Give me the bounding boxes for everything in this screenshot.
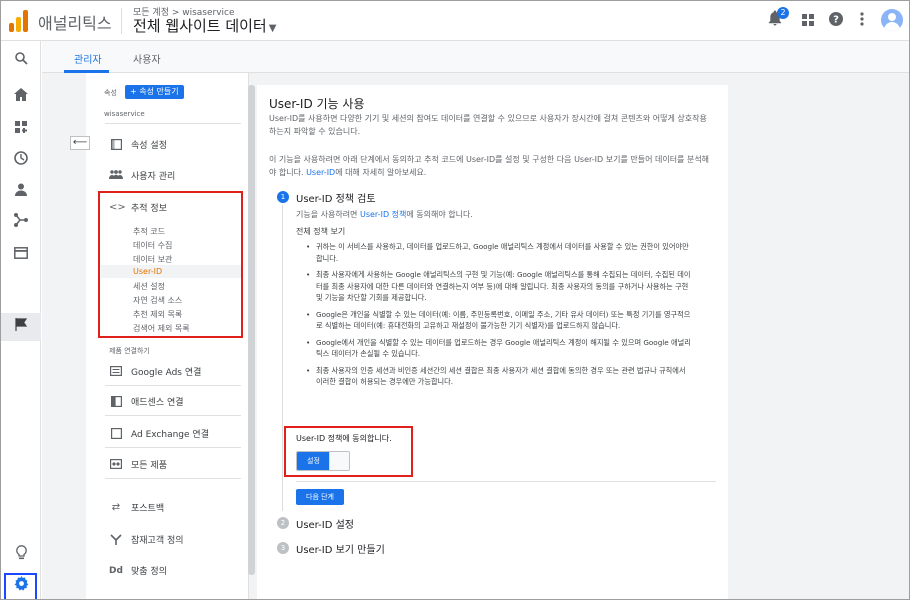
policy-bullet: Google에서 개인을 식별할 수 있는 데이터를 업로드하는 경우 Goog…: [304, 337, 694, 360]
policy-bullet: Google은 개인을 식별할 수 있는 데이터(예: 이름, 주민등록번호, …: [304, 309, 694, 332]
admin-tab-bar: 관리자 사용자: [42, 41, 909, 73]
toggle-knob: [329, 452, 349, 470]
step-connector-line: [282, 205, 283, 511]
conversions-icon[interactable]: [9, 315, 33, 339]
property-title: 전체 웹사이트 데이터: [133, 17, 267, 35]
property-name[interactable]: wisaservice: [104, 110, 145, 118]
lightbulb-icon[interactable]: [9, 544, 33, 568]
caret-down-icon: ▼: [268, 23, 277, 34]
divider: [105, 415, 241, 416]
user-id-learn-more-link[interactable]: User-ID: [306, 168, 335, 177]
acquisition-icon[interactable]: [9, 211, 33, 235]
users-icon: [109, 169, 123, 182]
nav-scrollbar[interactable]: [248, 85, 255, 575]
property-settings-icon: [109, 138, 123, 151]
svg-text:?: ?: [833, 15, 839, 26]
property-selector[interactable]: 전체 웹사이트 데이터 ▼: [133, 15, 276, 36]
page-title: User-ID 기능 사용: [269, 97, 365, 111]
policy-bullet: 귀하는 이 서비스를 사용하고, 데이터를 업로드하고, Google 애널리틱…: [304, 241, 694, 264]
policy-agree-label: User-ID 정책에 동의합니다.: [296, 434, 392, 443]
product-links-label: 제품 연결하기: [109, 347, 150, 355]
step-3-indicator: 3: [277, 542, 289, 554]
step-2-title[interactable]: User-ID 설정: [296, 516, 354, 531]
divider: [105, 447, 241, 448]
nav-item-adsense-links[interactable]: 애드센스 연결: [109, 395, 184, 408]
postbacks-icon: ⇄: [111, 501, 121, 513]
account-icon[interactable]: [881, 9, 903, 31]
ads-links-icon: [109, 365, 123, 378]
step-3-title[interactable]: User-ID 보기 만들기: [296, 541, 385, 556]
step-1-indicator: 1: [277, 191, 289, 203]
policy-bullet: 최종 사용자에게 사용하는 Google 애널리틱스의 구현 및 기능(예: G…: [304, 269, 694, 304]
policy-bullet: 최종 사용자의 인증 세션과 비인증 세션간의 세션 결합은 최종 사용자가 세…: [304, 365, 694, 388]
step-1-description-suffix: 에 동의해야 합니다.: [406, 210, 473, 219]
divider: [105, 123, 241, 124]
notification-badge: 2: [777, 7, 789, 19]
home-icon[interactable]: [9, 85, 33, 109]
setup-description: 이 기능을 사용하려면 아래 단계에서 동의하고 추적 코드에 User-ID를…: [269, 153, 714, 179]
step-1-description-text: 기능을 사용하려면: [296, 210, 360, 219]
divider: [105, 385, 241, 386]
custom-definitions-icon: Dd: [109, 565, 123, 576]
nav-item-custom-definitions[interactable]: Dd 맞춤 정의: [109, 564, 167, 578]
settings-gear-icon[interactable]: [9, 575, 33, 599]
full-policy-label: 전체 정책 보기: [296, 227, 346, 236]
nav-item-user-management[interactable]: 사용자 관리: [109, 169, 175, 182]
left-rail: [1, 41, 41, 599]
nav-item-label: 포스트백: [131, 504, 165, 514]
divider: [105, 478, 241, 479]
nav-item-all-products[interactable]: 모든 제품: [109, 458, 167, 471]
nav-item-label: 속성 설정: [131, 141, 167, 151]
tab-user[interactable]: 사용자: [133, 51, 161, 66]
ad-exchange-icon: [109, 427, 123, 440]
behavior-icon[interactable]: [9, 243, 33, 267]
all-products-icon: [109, 458, 123, 471]
property-column-label: 속성: [104, 89, 117, 97]
nav-item-label: 모든 제품: [131, 461, 167, 471]
nav-item-label: 사용자 관리: [131, 172, 176, 182]
policy-agree-toggle[interactable]: 설정: [296, 451, 350, 471]
analytics-logo-icon[interactable]: [9, 10, 29, 32]
tracking-highlight-box: [98, 191, 243, 338]
user-id-policy-link[interactable]: User-ID 정책: [360, 210, 406, 219]
customization-icon[interactable]: [9, 117, 33, 141]
audience-icon[interactable]: [9, 180, 33, 204]
nav-item-label: 맞춤 정의: [131, 567, 167, 577]
nav-item-property-settings[interactable]: 속성 설정: [109, 138, 167, 151]
intro-text: User-ID를 사용하면 다양한 기기 및 세션의 참여도 데이터를 연결할 …: [269, 114, 707, 136]
nav-item-label: 애드센스 연결: [131, 398, 184, 408]
audience-definitions-icon: [109, 533, 123, 546]
nav-item-google-ads-links[interactable]: Google Ads 연결: [109, 365, 201, 378]
adsense-icon: [109, 395, 123, 408]
step-1-title: User-ID 정책 검토: [296, 194, 376, 205]
search-icon[interactable]: [9, 49, 33, 73]
help-icon[interactable]: ?: [825, 10, 847, 32]
toggle-on-label: 설정: [297, 452, 330, 470]
nav-item-label: Google Ads 연결: [131, 368, 202, 378]
nav-item-label: Ad Exchange 연결: [131, 430, 209, 440]
app-name: 애널리틱스: [38, 14, 112, 33]
apps-icon[interactable]: [797, 10, 819, 32]
policy-bullet-list: 귀하는 이 서비스를 사용하고, 데이터를 업로드하고, Google 애널리틱…: [304, 241, 694, 393]
create-property-button[interactable]: + 속성 만들기: [125, 85, 184, 99]
realtime-icon[interactable]: [9, 149, 33, 173]
more-vert-icon[interactable]: [851, 10, 873, 32]
back-arrow-icon[interactable]: ⟵: [70, 136, 90, 150]
step-2-indicator: 2: [277, 517, 289, 529]
nav-item-postbacks[interactable]: ⇄ 포스트백: [109, 501, 165, 515]
window-frame: 애널리틱스 모든 계정 > wisaservice 전체 웹사이트 데이터 ▼ 2…: [0, 0, 910, 600]
next-step-button[interactable]: 다음 단계: [296, 489, 344, 505]
divider: [296, 481, 716, 482]
step-1-description: 기능을 사용하려면 User-ID 정책에 동의해야 합니다.: [296, 208, 696, 221]
top-bar: 애널리틱스 모든 계정 > wisaservice 전체 웹사이트 데이터 ▼ 2…: [1, 1, 909, 41]
divider: [121, 8, 122, 34]
setup-description-suffix: 에 대해 자세히 알아보세요.: [335, 168, 427, 177]
nav-item-label: 잠재고객 정의: [131, 536, 184, 546]
nav-item-ad-exchange-links[interactable]: Ad Exchange 연결: [109, 427, 209, 440]
tab-admin[interactable]: 관리자: [74, 51, 102, 66]
nav-item-audience-definitions[interactable]: 잠재고객 정의: [109, 533, 184, 546]
